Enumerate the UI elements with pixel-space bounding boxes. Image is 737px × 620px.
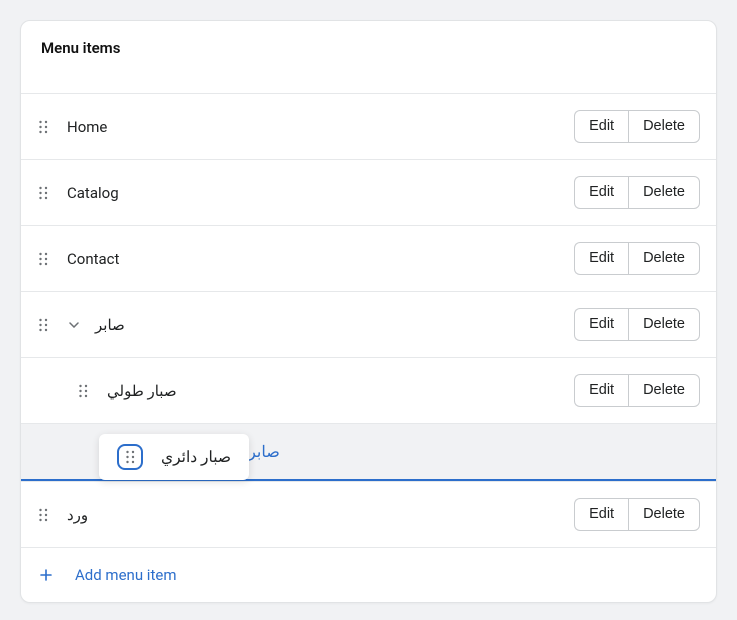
edit-button[interactable]: Edit bbox=[574, 110, 628, 143]
card-title: Menu items bbox=[21, 21, 716, 93]
add-menu-item-label: Add menu item bbox=[75, 566, 176, 584]
edit-button[interactable]: Edit bbox=[574, 308, 628, 341]
delete-button[interactable]: Delete bbox=[628, 308, 700, 341]
delete-button[interactable]: Delete bbox=[628, 374, 700, 407]
add-menu-item-button[interactable]: Add menu item bbox=[21, 547, 716, 602]
edit-button[interactable]: Edit bbox=[574, 374, 628, 407]
delete-button[interactable]: Delete bbox=[628, 176, 700, 209]
menu-item-row: صابر Edit Delete bbox=[21, 291, 716, 357]
dragging-item-label: صبار دائري bbox=[161, 448, 231, 466]
menu-item-label[interactable]: Catalog bbox=[67, 184, 574, 202]
edit-button[interactable]: Edit bbox=[574, 176, 628, 209]
menu-item-label[interactable]: Contact bbox=[67, 250, 574, 268]
drag-handle-icon[interactable] bbox=[37, 507, 49, 523]
menu-item-row: Catalog Edit Delete bbox=[21, 159, 716, 225]
menu-items-card: Menu items Home Edit Delete Catalog Edit… bbox=[20, 20, 717, 603]
delete-button[interactable]: Delete bbox=[628, 110, 700, 143]
menu-item-label[interactable]: Home bbox=[67, 118, 574, 136]
dragging-item-chip[interactable]: صبار دائري bbox=[99, 434, 249, 480]
menu-item-row: ورد Edit Delete bbox=[21, 481, 716, 547]
menu-item-row: Contact Edit Delete bbox=[21, 225, 716, 291]
row-actions: Edit Delete bbox=[574, 176, 700, 209]
drag-handle-icon[interactable] bbox=[117, 444, 143, 470]
row-actions: Edit Delete bbox=[574, 242, 700, 275]
row-actions: Edit Delete bbox=[574, 110, 700, 143]
drag-handle-icon[interactable] bbox=[37, 119, 49, 135]
row-actions: Edit Delete bbox=[574, 498, 700, 531]
edit-button[interactable]: Edit bbox=[574, 242, 628, 275]
delete-button[interactable]: Delete bbox=[628, 242, 700, 275]
menu-item-label[interactable]: ورد bbox=[67, 506, 574, 524]
menu-item-row: Home Edit Delete bbox=[21, 93, 716, 159]
drop-target-row[interactable]: صابر د صبار دائري bbox=[21, 423, 716, 481]
chevron-down-icon[interactable] bbox=[67, 318, 81, 332]
row-actions: Edit Delete bbox=[574, 374, 700, 407]
delete-button[interactable]: Delete bbox=[628, 498, 700, 531]
row-actions: Edit Delete bbox=[574, 308, 700, 341]
drag-handle-icon[interactable] bbox=[37, 185, 49, 201]
drag-handle-icon[interactable] bbox=[37, 317, 49, 333]
drag-handle-icon[interactable] bbox=[77, 383, 89, 399]
plus-icon bbox=[39, 568, 53, 582]
menu-item-label[interactable]: صابر bbox=[95, 316, 574, 334]
edit-button[interactable]: Edit bbox=[574, 498, 628, 531]
menu-item-label[interactable]: صبار طولي bbox=[107, 382, 574, 400]
menu-item-row-child: صبار طولي Edit Delete bbox=[21, 357, 716, 423]
drag-handle-icon[interactable] bbox=[37, 251, 49, 267]
